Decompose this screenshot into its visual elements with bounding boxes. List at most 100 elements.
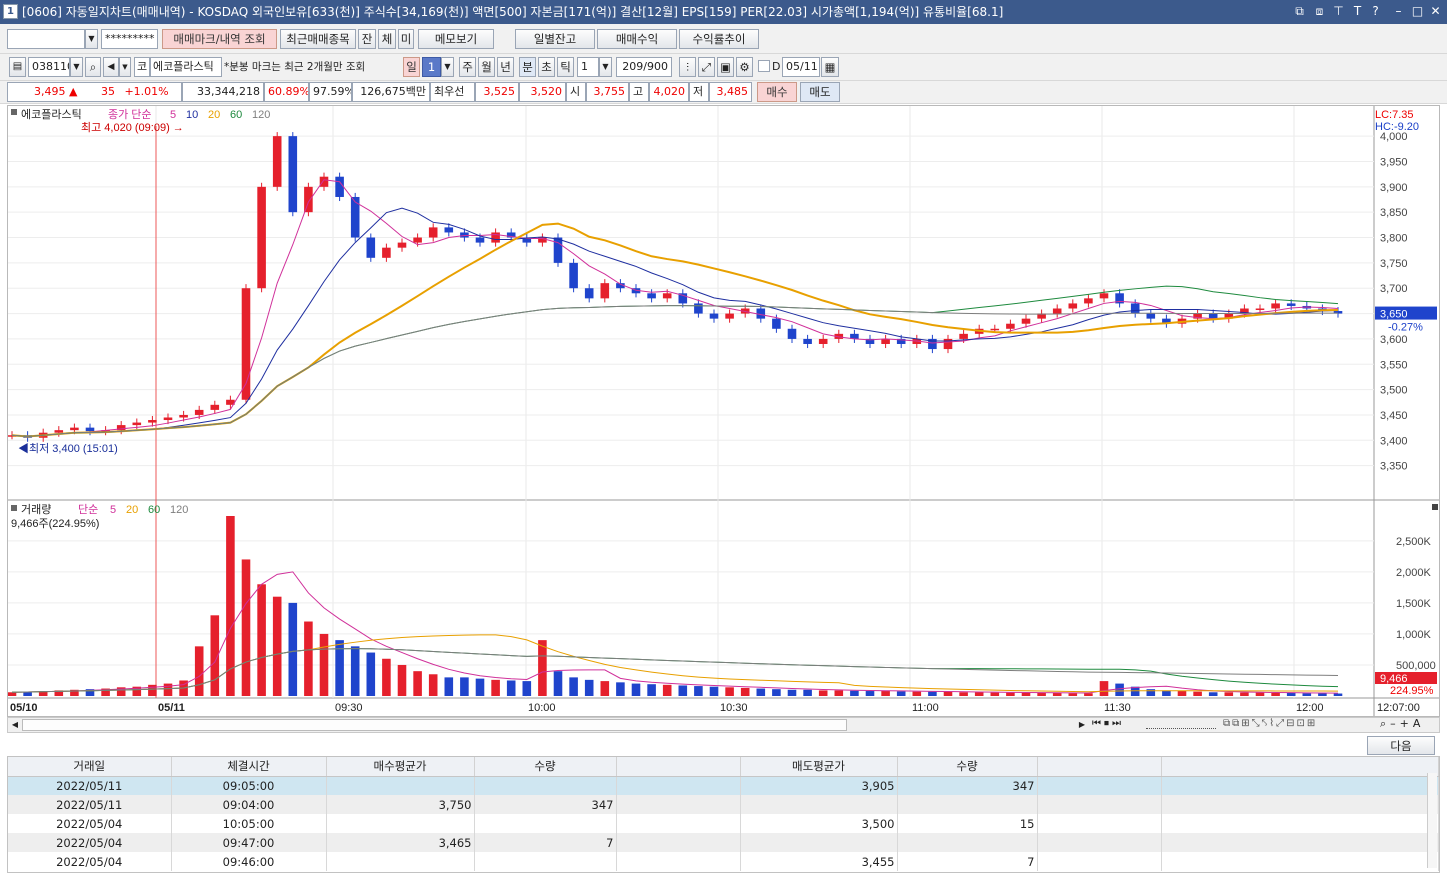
password-field[interactable]: ********* — [101, 29, 158, 49]
table-cell — [897, 833, 1038, 852]
low-mark: ◀최저 3,400 (15:01) — [18, 442, 118, 455]
d-checkbox[interactable] — [758, 60, 770, 72]
price-legend-item: 5 — [170, 109, 176, 121]
date-input[interactable]: 05/11 — [782, 57, 820, 77]
table-row[interactable]: 2022/05/04 09:46:00 3,455 7 — [8, 852, 1439, 871]
candle-body — [194, 409, 204, 415]
candle-body — [304, 186, 313, 213]
pin-icon[interactable]: ⊤ — [1330, 3, 1347, 20]
volume-bar — [382, 658, 391, 696]
volume-bar — [1146, 689, 1156, 696]
table-cell: 2022/05/04 — [8, 814, 172, 833]
y-tick-label: 3,850 — [1380, 207, 1408, 219]
period-minute-button[interactable]: 분 — [519, 57, 536, 77]
next-button[interactable]: 다음 — [1367, 736, 1435, 755]
period-second-button[interactable]: 초 — [538, 57, 555, 77]
playback-controls-icon[interactable]: ⏮⏹⏭ — [1092, 718, 1124, 729]
help-icon[interactable]: ? — [1367, 3, 1384, 20]
chevron-down-icon[interactable]: ▼ — [70, 57, 83, 77]
speaker-icon[interactable]: ◀ — [103, 57, 119, 77]
table-cell — [1037, 795, 1162, 814]
zoom-icons[interactable]: ⌕–+A — [1380, 717, 1424, 731]
volume-bar — [1318, 693, 1327, 696]
table-row[interactable]: 2022/05/11 09:04:00 3,750 347 — [8, 795, 1439, 814]
grid-scrollbar[interactable] — [1427, 773, 1437, 868]
gear-icon[interactable]: ⚙ — [736, 57, 753, 77]
candle-body — [647, 293, 656, 299]
search-icon[interactable]: ⌕ — [85, 57, 101, 77]
stock-code-input[interactable]: 038110 — [28, 57, 70, 77]
chevron-down-icon[interactable]: ▼ — [85, 29, 98, 49]
volume-bar — [1208, 692, 1218, 696]
buy-button[interactable]: 매수 — [757, 82, 797, 102]
volume-bar — [1333, 693, 1343, 696]
table-cell — [474, 814, 617, 833]
chevron-down-icon[interactable]: ▼ — [441, 57, 454, 77]
table-row[interactable]: 2022/05/04 09:47:00 3,465 7 — [8, 833, 1439, 852]
table-row[interactable]: 2022/05/04 10:05:00 3,500 15 — [8, 814, 1439, 833]
font-size-icon[interactable]: T — [1349, 3, 1366, 20]
return-trend-button[interactable]: 수익률추이 — [679, 29, 759, 49]
volume-bar — [272, 596, 282, 696]
scroll-thumb[interactable] — [22, 719, 847, 731]
volume-bar — [1037, 692, 1046, 696]
table-cell: 2022/05/11 — [8, 795, 172, 814]
candle-body — [132, 422, 142, 426]
candle-body — [725, 313, 734, 319]
trade-mark-query-button[interactable]: 매매마크/내역 조회 — [162, 29, 277, 49]
period-day-button[interactable]: 일 — [403, 57, 420, 77]
chevron-down-icon[interactable]: ▼ — [119, 57, 131, 77]
account-select[interactable] — [7, 29, 85, 49]
open-label: 시 — [566, 82, 586, 102]
trade-profit-button[interactable]: 매매수익 — [597, 29, 677, 49]
chart-tools-icon[interactable]: ⧉⧉⊞⤡⤣⌇⤢⊟⊡⊞ — [1223, 718, 1317, 729]
volume-info: 9,466주(224.95%) — [11, 518, 99, 530]
table-cell: 3,465 — [326, 833, 475, 852]
candle-body — [210, 404, 220, 410]
candle-body — [1130, 303, 1140, 314]
vol-tick-label: 500,000 — [1396, 660, 1436, 672]
period-num-select[interactable]: 1 — [422, 57, 441, 77]
volume-bar — [787, 689, 797, 696]
table-cell — [1161, 814, 1439, 833]
period-month-button[interactable]: 월 — [478, 57, 495, 77]
chevron-down-icon[interactable]: ▼ — [599, 57, 612, 77]
period-tick-button[interactable]: 틱 — [557, 57, 574, 77]
volume-bar — [491, 679, 500, 696]
minimize-icon[interactable]: – — [1390, 3, 1407, 20]
scroll-right-icon[interactable]: ▶ — [1076, 719, 1088, 731]
candle-type-icon[interactable]: ⫶ — [679, 57, 696, 77]
y-tick-label: 3,350 — [1380, 461, 1408, 473]
zoom-slider[interactable] — [1146, 721, 1216, 729]
save-icon[interactable]: ▣ — [717, 57, 734, 77]
table-row[interactable]: 2022/05/11 09:05:00 3,905 347 — [8, 776, 1439, 795]
drawing-tool-icon[interactable]: ⤢ — [698, 57, 715, 77]
executed-button[interactable]: 체 — [378, 29, 396, 49]
memo-view-button[interactable]: 메모보기 — [418, 29, 494, 49]
balance-button[interactable]: 잔 — [358, 29, 376, 49]
restore-layout-icon[interactable]: ⧉ — [1291, 3, 1308, 20]
volume-bar — [896, 691, 906, 696]
calendar-icon[interactable]: ▦ — [821, 57, 839, 77]
scroll-left-icon[interactable]: ◀ — [9, 719, 21, 731]
interval-select[interactable]: 1 — [577, 57, 599, 77]
low-label: 저 — [689, 82, 709, 102]
unfilled-button[interactable]: 미 — [398, 29, 414, 49]
candle-body — [1255, 308, 1265, 310]
period-year-button[interactable]: 년 — [497, 57, 514, 77]
high-mark: 최고 4,020 (09:09) → — [81, 121, 184, 134]
maximize-icon[interactable]: □ — [1409, 3, 1426, 20]
daily-balance-button[interactable]: 일별잔고 — [515, 29, 595, 49]
change-value: 35 — [100, 85, 115, 98]
recent-trades-button[interactable]: 최근매매종목 — [280, 29, 356, 49]
candlestick-chart[interactable]: 4,0003,9503,9003,8503,8003,7503,7003,650… — [8, 106, 1439, 716]
volume-bar — [865, 691, 875, 696]
layout-icon[interactable]: ▤ — [9, 57, 26, 77]
volume-bar — [834, 690, 844, 696]
link-icon[interactable]: ⧈ — [1311, 3, 1328, 20]
sell-button[interactable]: 매도 — [800, 82, 840, 102]
period-week-button[interactable]: 주 — [459, 57, 476, 77]
chart-area[interactable]: 4,0003,9503,9003,8503,8003,7503,7003,650… — [7, 105, 1440, 717]
close-icon[interactable]: ✕ — [1427, 3, 1444, 20]
candle-body — [569, 262, 578, 289]
